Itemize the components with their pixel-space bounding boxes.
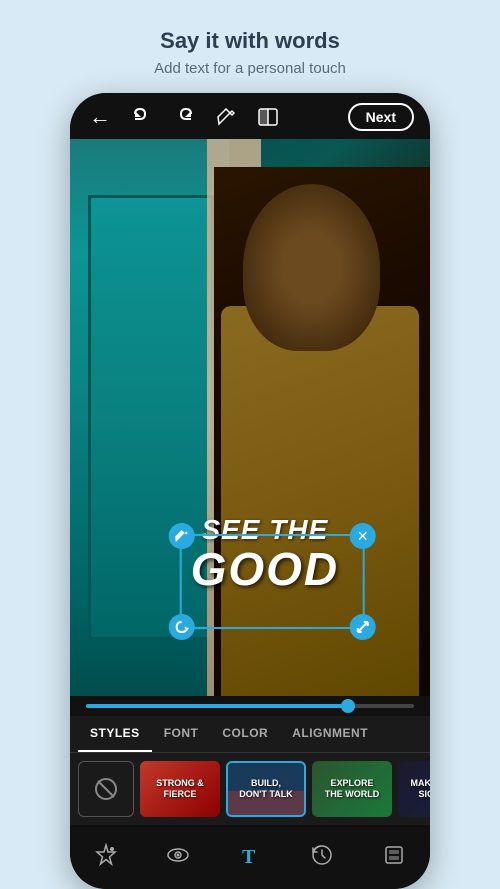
edit-icon-button[interactable]: [212, 103, 240, 131]
top-bar: ←: [70, 93, 430, 139]
next-button[interactable]: Next: [348, 103, 414, 131]
text-tool-button[interactable]: T: [230, 835, 270, 875]
tab-alignment[interactable]: ALIGNMENT: [280, 716, 380, 752]
magic-tool-button[interactable]: [86, 835, 126, 875]
header: Say it with words Add text for a persona…: [134, 0, 366, 93]
preset-label-3: EXPLORETHE WORLD: [325, 778, 380, 800]
header-title: Say it with words: [154, 28, 346, 54]
layers-button[interactable]: [374, 835, 414, 875]
undo-button[interactable]: [128, 103, 156, 131]
slider-track[interactable]: [86, 704, 414, 708]
slider-fill: [86, 704, 348, 708]
back-button[interactable]: ←: [86, 103, 114, 131]
preset-build-dont-talk[interactable]: BUILD,DON'T TALK: [226, 761, 306, 817]
bottom-toolbar: T: [70, 825, 430, 889]
top-bar-right: Next: [348, 103, 414, 131]
preset-make-it[interactable]: MAKE IT SIGSIGNIFIC: [398, 761, 430, 817]
slider-container[interactable]: [70, 696, 430, 716]
text-selection-box[interactable]: ✕: [180, 534, 365, 629]
top-bar-left: ←: [86, 103, 282, 131]
preset-label-2: BUILD,DON'T TALK: [239, 778, 292, 800]
handle-rotate[interactable]: [169, 614, 195, 640]
header-subtitle: Add text for a personal touch: [154, 60, 346, 77]
handle-edit[interactable]: [169, 523, 195, 549]
slider-thumb[interactable]: [341, 699, 355, 713]
preset-label-4: MAKE IT SIGSIGNIFIC: [410, 778, 430, 800]
styles-panel: STYLES FONT COLOR ALIGNMENT STRONG &FIER…: [70, 716, 430, 825]
handle-close[interactable]: ✕: [350, 523, 376, 549]
redo-button[interactable]: [170, 103, 198, 131]
image-canvas[interactable]: ✕ SEE THE GOOD: [70, 139, 430, 696]
compare-button[interactable]: [254, 103, 282, 131]
tab-font[interactable]: FONT: [152, 716, 211, 752]
photo-person-shirt: [221, 306, 419, 696]
phone-frame: ←: [70, 93, 430, 889]
tab-styles[interactable]: STYLES: [78, 716, 152, 752]
preset-strong-fierce[interactable]: STRONG &FIERCE: [140, 761, 220, 817]
photo-person-head: [243, 184, 380, 351]
history-button[interactable]: [302, 835, 342, 875]
preset-label-1: STRONG &FIERCE: [156, 778, 204, 800]
preset-none[interactable]: [78, 761, 134, 817]
preset-explore-world[interactable]: EXPLORETHE WORLD: [312, 761, 392, 817]
style-presets: STRONG &FIERCE BUILD,DON'T TALK EXPLORET…: [70, 753, 430, 825]
handle-resize[interactable]: [350, 614, 376, 640]
tab-color[interactable]: COLOR: [210, 716, 280, 752]
preview-button[interactable]: [158, 835, 198, 875]
styles-tabs: STYLES FONT COLOR ALIGNMENT: [70, 716, 430, 753]
svg-text:T: T: [242, 846, 256, 867]
